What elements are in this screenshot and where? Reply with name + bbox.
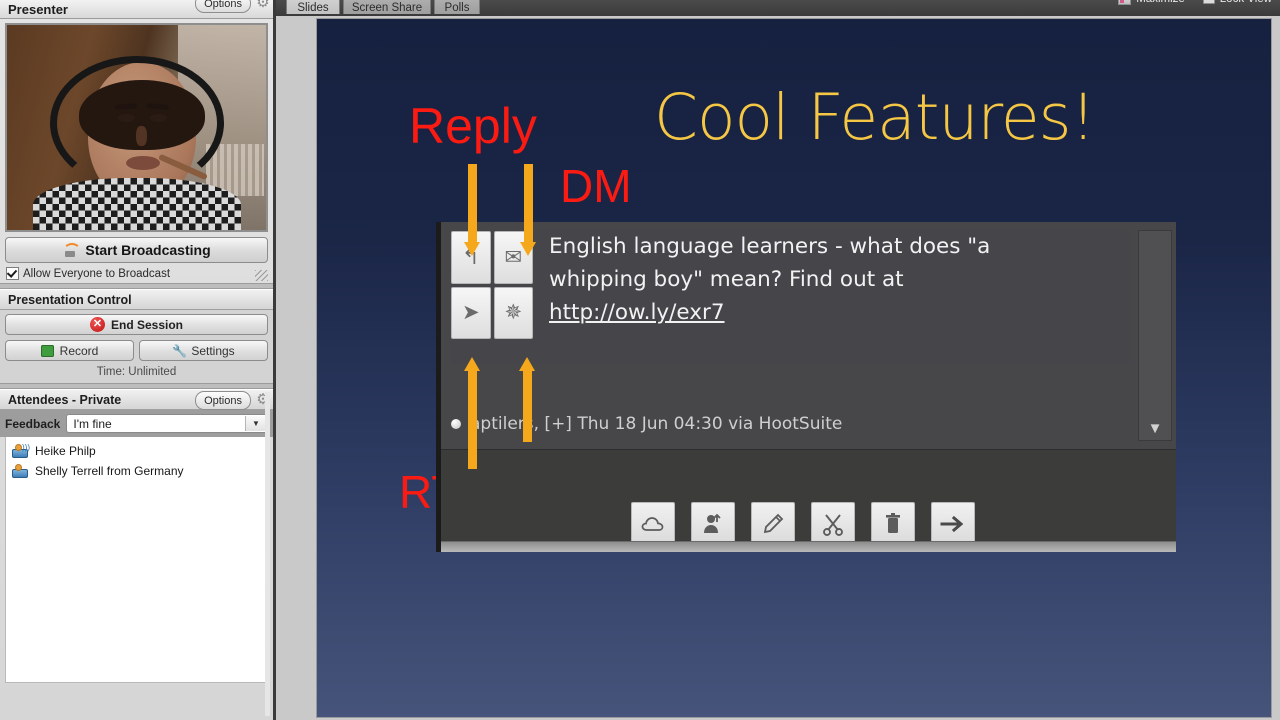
- embedded-screenshot: ↰ ✉ ➤ ✵ English language learners - what…: [436, 222, 1176, 552]
- settings-button[interactable]: 🔧 Settings: [139, 340, 268, 361]
- pen-icon[interactable]: [751, 502, 795, 546]
- start-broadcasting-label: Start Broadcasting: [85, 242, 211, 258]
- tweet-meta-row: aptilers, [+] Thu 18 Jun 04:30 via HootS…: [451, 412, 1130, 436]
- cloud-icon[interactable]: [631, 502, 675, 546]
- sidebar-scrollbar[interactable]: [265, 392, 270, 716]
- slide-content: Reply Cool Features! DM RT Other ↰ ✉ ➤ ✵: [317, 19, 1271, 717]
- retweet-arrow-icon[interactable]: ➤: [451, 286, 491, 339]
- presentation-control-body: ✕ End Session Record 🔧 Settings Time: Un…: [0, 310, 273, 383]
- attendee-icon: [12, 464, 28, 478]
- presenter-shoulders: [32, 178, 241, 230]
- tweet-scrollbar[interactable]: ▼: [1138, 230, 1172, 441]
- trash-icon[interactable]: [871, 502, 915, 546]
- slide-canvas[interactable]: Reply Cool Features! DM RT Other ↰ ✉ ➤ ✵: [316, 18, 1272, 718]
- attendees-title: Attendees - Private: [8, 392, 122, 407]
- attendee-name: Shelly Terrell from Germany: [35, 464, 184, 478]
- tweet-pane: ↰ ✉ ➤ ✵ English language learners - what…: [441, 222, 1176, 450]
- session-time: Time: Unlimited: [96, 366, 177, 378]
- slide-title: Cool Features!: [654, 81, 1096, 154]
- record-icon: [40, 344, 54, 357]
- presenter-video: [5, 23, 268, 232]
- end-session-label: End Session: [110, 317, 184, 332]
- attendees-header: Attendees - Private Options ⚙: [0, 389, 273, 410]
- feedback-value: I'm fine: [73, 416, 112, 431]
- tweet-body: English language learners - what does "a…: [533, 230, 1130, 364]
- presentation-control-title: Presentation Control: [8, 292, 132, 307]
- attendee-icon: ))): [12, 444, 30, 458]
- settings-label: Settings: [191, 343, 235, 358]
- tab-slides[interactable]: Slides: [286, 0, 340, 14]
- arrow-dm-pointer: [520, 164, 537, 256]
- maximize-label: Maximize: [1136, 0, 1185, 5]
- screenshot-toolbar-pane: [441, 450, 1176, 552]
- lock-view-button[interactable]: Lock View: [1202, 0, 1272, 5]
- tweet-line-1: English language learners - what does "a: [549, 234, 991, 259]
- allow-everyone-label: Allow Everyone to Broadcast: [23, 267, 171, 280]
- screenshot-toolbar: [631, 502, 975, 546]
- close-icon: ✕: [89, 317, 105, 332]
- arrow-rt-pointer: [464, 357, 481, 469]
- screenshot-footer-bar: [441, 541, 1176, 552]
- lock-view-label: Lock View: [1220, 0, 1272, 5]
- attendee-list[interactable]: ))) Heike Philp Shelly Terrell from Germ…: [5, 437, 268, 683]
- attendee-name: Heike Philp: [35, 444, 96, 458]
- tab-screen-share[interactable]: Screen Share: [343, 0, 431, 14]
- allow-everyone-checkbox[interactable]: [6, 267, 19, 280]
- view-controls: Maximize Lock View: [1118, 0, 1272, 5]
- lock-icon: [1202, 0, 1215, 4]
- presenter-title: Presenter: [8, 1, 68, 17]
- chevron-down-icon[interactable]: ▼: [1148, 421, 1163, 436]
- feedback-label: Feedback: [5, 416, 61, 431]
- tweet-link[interactable]: http://ow.ly/exr7: [549, 300, 725, 325]
- tab-strip: Slides Screen Share Polls: [276, 0, 480, 14]
- tweet-item: ↰ ✉ ➤ ✵ English language learners - what…: [451, 230, 1130, 364]
- tab-polls[interactable]: Polls: [434, 0, 480, 14]
- broadcast-icon: [62, 243, 82, 257]
- maximize-icon: [1118, 0, 1132, 5]
- scissors-icon[interactable]: [811, 502, 855, 546]
- attendees-options-button[interactable]: Options: [195, 391, 251, 410]
- resize-grip[interactable]: [255, 270, 268, 281]
- record-label: Record: [59, 343, 99, 358]
- top-tabbar: Slides Screen Share Polls Maximize Lock …: [276, 0, 1280, 16]
- feedback-select[interactable]: I'm fine ▼: [66, 414, 268, 433]
- presenter-header: Presenter Options ⚙: [0, 0, 273, 19]
- slide-stage: Reply Cool Features! DM RT Other ↰ ✉ ➤ ✵: [276, 16, 1280, 720]
- gear-icon[interactable]: ✵: [493, 286, 533, 339]
- maximize-button[interactable]: Maximize: [1118, 0, 1185, 5]
- arrow-other-pointer: [519, 357, 536, 442]
- upload-person-icon[interactable]: [691, 502, 735, 546]
- presenter-options-button[interactable]: Options: [195, 0, 251, 13]
- tweet-line-2: whipping boy" mean? Find out at: [549, 267, 904, 292]
- presentation-control-header: Presentation Control: [0, 289, 273, 310]
- allow-everyone-row[interactable]: Allow Everyone to Broadcast: [0, 263, 273, 283]
- record-button[interactable]: Record: [5, 340, 134, 361]
- chevron-down-icon[interactable]: ▼: [245, 416, 266, 431]
- control-button-row: Record 🔧 Settings: [5, 340, 268, 361]
- list-item[interactable]: Shelly Terrell from Germany: [6, 461, 267, 481]
- gear-icon[interactable]: ⚙: [255, 0, 271, 11]
- arrow-reply-pointer: [464, 164, 481, 256]
- webinar-app: Presenter Options ⚙ Start Broadcasting A…: [0, 0, 1280, 720]
- arrow-right-icon[interactable]: [931, 502, 975, 546]
- feedback-row: Feedback I'm fine ▼: [0, 410, 273, 437]
- wrench-icon: 🔧: [172, 343, 188, 358]
- start-broadcasting-button[interactable]: Start Broadcasting: [5, 237, 268, 263]
- left-sidebar: Presenter Options ⚙ Start Broadcasting A…: [0, 0, 276, 720]
- annotation-reply: Reply: [409, 98, 537, 154]
- status-dot-icon: [451, 419, 461, 429]
- list-item[interactable]: ))) Heike Philp: [6, 441, 267, 461]
- end-session-button[interactable]: ✕ End Session: [5, 314, 268, 335]
- annotation-dm: DM: [560, 160, 632, 212]
